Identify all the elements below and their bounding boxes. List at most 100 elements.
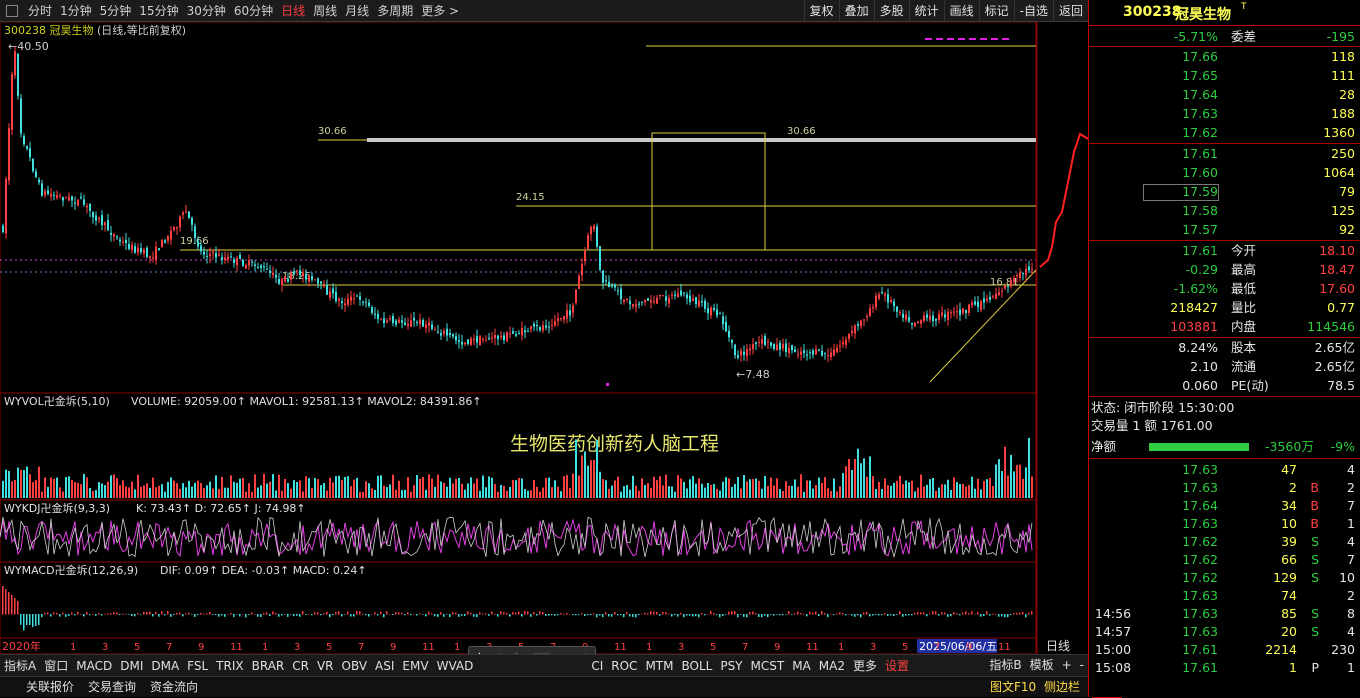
- volume-bar: [497, 491, 499, 498]
- indicator-tab[interactable]: MTM: [641, 656, 677, 676]
- indicator-tab[interactable]: EMV: [398, 656, 432, 676]
- indicator-tab[interactable]: MA: [788, 656, 815, 676]
- volume-bar: [269, 481, 271, 498]
- macd-bar: [104, 613, 106, 615]
- indicator-right-button[interactable]: +: [1058, 655, 1076, 675]
- macd-bar: [743, 614, 745, 617]
- volume-bar: [716, 488, 718, 498]
- candle-body: [1016, 275, 1018, 277]
- indicator-tab[interactable]: TRIX: [212, 656, 247, 676]
- tool-button[interactable]: 统计: [908, 0, 944, 22]
- volume-bar: [239, 478, 241, 498]
- volume-bar: [632, 475, 634, 498]
- volume-bar: [821, 482, 823, 498]
- info-icon[interactable]: T: [1241, 2, 1247, 12]
- macd-bar: [431, 613, 433, 615]
- tool-button[interactable]: 多股: [873, 0, 909, 22]
- volume-bar: [563, 476, 565, 498]
- indicator-tab[interactable]: BOLL: [677, 656, 716, 676]
- macd-bar: [113, 612, 115, 615]
- macd-bar: [311, 614, 313, 616]
- month-tick: 11: [998, 642, 1011, 653]
- tool-button[interactable]: 复权: [803, 0, 839, 22]
- macd-bar: [857, 614, 859, 616]
- indicator-tab[interactable]: FSL: [183, 656, 212, 676]
- window-icon[interactable]: [6, 4, 18, 17]
- indicator-tab[interactable]: BRAR: [248, 656, 289, 676]
- indicator-tab[interactable]: MCST: [747, 656, 789, 676]
- candle-body: [431, 324, 433, 329]
- macd-bar: [317, 612, 319, 615]
- macd-bar: [320, 614, 322, 616]
- candle-body: [407, 323, 409, 326]
- trend-line: [929, 269, 1037, 383]
- period-tab[interactable]: 60分钟: [230, 0, 277, 22]
- indicator-tab[interactable]: OBV: [338, 656, 372, 676]
- period-tab[interactable]: 多周期: [373, 0, 417, 22]
- indicator-tab[interactable]: MA2: [815, 656, 849, 676]
- period-tab[interactable]: 15分钟: [135, 0, 182, 22]
- period-tab[interactable]: 5分钟: [96, 0, 136, 22]
- candle-body: [419, 319, 421, 325]
- macd-bar: [629, 614, 631, 617]
- candle-body: [569, 310, 571, 316]
- volume-bar: [680, 478, 682, 498]
- indicator-tab[interactable]: 指标A: [0, 656, 40, 676]
- indicator-tab[interactable]: ROC: [607, 656, 641, 676]
- candle-body: [326, 285, 328, 295]
- bottom-tab[interactable]: 资金流向: [150, 677, 198, 698]
- indicator-tab[interactable]: DMA: [147, 656, 183, 676]
- indicator-tab[interactable]: WVAD: [433, 656, 478, 676]
- tool-button[interactable]: 标记: [978, 0, 1014, 22]
- stat-value: 18.47: [1319, 262, 1355, 277]
- period-tab[interactable]: 周线: [309, 0, 341, 22]
- candle-body: [692, 298, 694, 301]
- volume-bar: [122, 480, 124, 498]
- macd-bar: [116, 612, 118, 615]
- indicator-tab[interactable]: VR: [313, 656, 338, 676]
- volume-bar: [875, 489, 877, 498]
- macd-bar: [326, 611, 328, 615]
- tool-button[interactable]: 返回: [1052, 0, 1088, 22]
- macd-bar: [137, 613, 139, 615]
- period-tab[interactable]: 1分钟: [56, 0, 96, 22]
- candle-body: [617, 290, 619, 292]
- period-tab[interactable]: 日线: [277, 0, 309, 22]
- indicator-right-button[interactable]: 模板: [1026, 655, 1058, 675]
- period-tab[interactable]: 分时: [24, 0, 56, 22]
- macd-bar: [893, 614, 895, 616]
- candle-body: [677, 293, 679, 298]
- indicator-tab[interactable]: 更多: [849, 656, 881, 676]
- tool-button[interactable]: 画线: [943, 0, 979, 22]
- indicator-tab[interactable]: ASI: [371, 656, 398, 676]
- indicator-tab[interactable]: CR: [288, 656, 313, 676]
- indicator-tab[interactable]: DMI: [116, 656, 147, 676]
- volume-bar: [926, 484, 928, 498]
- bottom-tab[interactable]: 交易查询: [88, 677, 136, 698]
- status-link[interactable]: 侧边栏: [1044, 677, 1080, 698]
- macd-bar: [782, 614, 784, 616]
- period-tab[interactable]: 更多 >: [417, 0, 463, 22]
- tick-row: 15:00 17.61 2214 230: [1089, 641, 1360, 659]
- macd-bar: [731, 611, 733, 615]
- tool-button[interactable]: -自选: [1013, 0, 1053, 22]
- bottom-tab[interactable]: 关联报价: [26, 677, 74, 698]
- period-tab[interactable]: 30分钟: [183, 0, 230, 22]
- indicator-tab[interactable]: CI: [587, 656, 607, 676]
- tool-button[interactable]: 叠加: [838, 0, 874, 22]
- volume-bar: [773, 485, 775, 498]
- volume-bar: [479, 490, 481, 498]
- indicator-right-button[interactable]: -: [1076, 655, 1088, 675]
- period-tab[interactable]: 月线: [341, 0, 373, 22]
- indicator-tab[interactable]: PSY: [716, 656, 746, 676]
- indicator-tab[interactable]: 设置: [881, 656, 913, 676]
- candle-body: [128, 243, 130, 249]
- indicator-tab[interactable]: 窗口: [40, 656, 72, 676]
- kline-chart[interactable]: 300238 冠昊生物 (日线,等比前复权) ←40.50 ←7.48 30.66 30.…: [0, 22, 1088, 654]
- status-link[interactable]: 图文F10: [990, 677, 1036, 698]
- volume-bar: [536, 486, 538, 498]
- indicator-right-button[interactable]: 指标B: [985, 655, 1025, 675]
- volume-bar: [65, 477, 67, 498]
- indicator-tab[interactable]: MACD: [72, 656, 116, 676]
- volume-bar: [746, 481, 748, 498]
